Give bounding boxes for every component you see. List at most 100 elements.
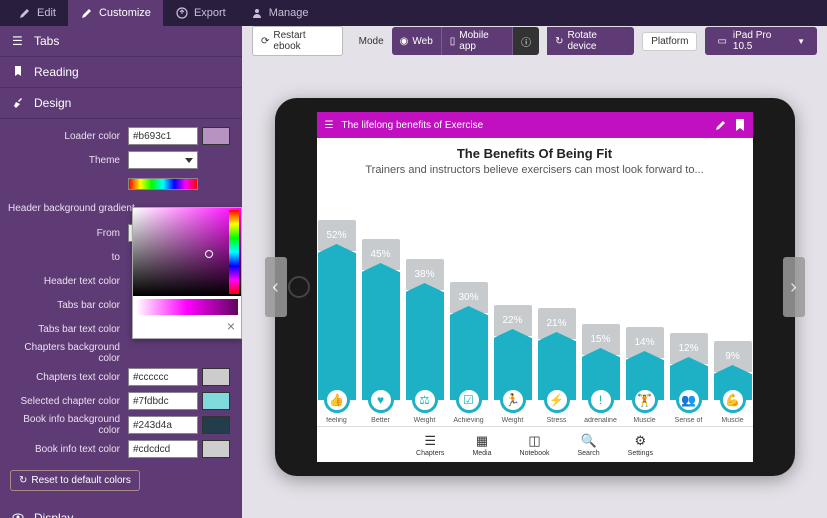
tab-customize[interactable]: Customize (68, 0, 163, 26)
chevron-down-icon (185, 158, 193, 163)
hamburger-icon[interactable]: ☰ (325, 120, 334, 131)
bar-category: Achieving (449, 417, 489, 424)
section-label: Tabs (34, 34, 59, 48)
loader-color-swatch[interactable] (202, 127, 230, 145)
bar-category: Sense of (669, 417, 709, 424)
tab-media[interactable]: ▦Media (472, 433, 491, 457)
app-header: ☰ The lifelong benefits of Exercise (317, 112, 753, 138)
label: Book info text color (0, 444, 128, 455)
bar-icon: 👥 (676, 387, 702, 413)
tablet-icon: ▭ (717, 36, 726, 47)
info-icon: ⓘ (521, 34, 531, 49)
color-picker-popup[interactable]: × (132, 207, 242, 339)
restart-ebook-button[interactable]: ⟳Restart ebook (252, 26, 343, 56)
bar-icon: ⚡ (544, 387, 570, 413)
bar-1: 45%♥Better (362, 239, 400, 424)
app-tabbar: ☰Chapters ▦Media ◫Notebook 🔍Search ⚙Sett… (317, 426, 753, 462)
tab-settings[interactable]: ⚙Settings (628, 433, 653, 457)
gear-icon: ⚙ (634, 433, 646, 449)
chart: The Benefits Of Being Fit Trainers and i… (317, 138, 753, 424)
eye-icon (12, 511, 26, 518)
loader-color-input[interactable] (128, 127, 198, 145)
tab-manage[interactable]: Manage (238, 0, 321, 26)
mode-info[interactable]: ⓘ (513, 27, 539, 55)
color-picker-close[interactable]: × (133, 318, 241, 338)
book-info-bg-input[interactable] (128, 416, 198, 434)
pencil-icon (18, 6, 32, 20)
bookmark-icon[interactable] (735, 119, 745, 131)
tab-label: Manage (269, 7, 309, 19)
color-picker-strip[interactable] (136, 299, 238, 315)
color-picker-hue[interactable] (229, 210, 239, 294)
bar-category: Weight (493, 417, 533, 424)
bar-icon: ☑ (456, 387, 482, 413)
chapters-text-color-input[interactable] (128, 368, 198, 386)
next-page-button[interactable]: › (783, 257, 805, 317)
selected-chapter-swatch[interactable] (202, 392, 230, 410)
bar-0: 52%👍feeling (318, 220, 356, 424)
home-button (288, 276, 310, 298)
bar-4: 22%🏃Weight (494, 305, 532, 424)
section-display[interactable]: Display (0, 503, 242, 518)
mode-label: Mode (359, 36, 384, 47)
color-picker-cursor[interactable] (205, 250, 213, 258)
tab-chapters[interactable]: ☰Chapters (416, 433, 444, 457)
prev-page-button[interactable]: ‹ (265, 257, 287, 317)
bar-icon: ! (588, 387, 614, 413)
bar-icon: 💪 (720, 387, 746, 413)
color-picker-sv[interactable] (133, 208, 241, 296)
mode-mobile[interactable]: ▯Mobile app (442, 27, 513, 55)
section-label: Reading (34, 65, 79, 79)
selected-chapter-input[interactable] (128, 392, 198, 410)
platform-label: Platform (642, 32, 697, 51)
chart-bars: 52%👍feeling45%♥Better38%⚖Weight30%☑Achie… (331, 184, 739, 424)
mode-web[interactable]: ◉Web (392, 27, 442, 55)
image-icon: ▦ (476, 433, 488, 449)
section-reading[interactable]: Reading (0, 57, 242, 88)
mobile-icon: ▯ (450, 36, 456, 47)
globe-icon: ◉ (400, 36, 409, 47)
label: Book info background color (0, 414, 128, 436)
theme-select[interactable]: Custom (128, 151, 198, 169)
section-tabs[interactable]: ☰Tabs (0, 26, 242, 57)
rotate-device-button[interactable]: ↻Rotate device (547, 27, 634, 55)
tab-label: Export (194, 7, 226, 19)
bar-7: 14%🏋Muscle (626, 327, 664, 424)
edit-icon[interactable] (715, 119, 727, 131)
book-info-text-input[interactable] (128, 440, 198, 458)
theme-hue-strip[interactable] (128, 178, 198, 190)
reset-colors-button[interactable]: ↻Reset to default colors (10, 470, 140, 491)
bar-fill (362, 272, 400, 400)
label: Header text color (0, 276, 128, 287)
label: Loader color (0, 131, 128, 142)
notebook-icon: ◫ (528, 433, 540, 449)
bar-icon: ♥ (368, 387, 394, 413)
label: to (0, 252, 128, 263)
mode-segment: ◉Web ▯Mobile app ⓘ (392, 27, 539, 55)
device-screen: ☰ The lifelong benefits of Exercise The … (317, 112, 753, 462)
label: Chapters background color (0, 342, 128, 364)
tab-search[interactable]: 🔍Search (577, 433, 599, 457)
bar-icon: ⚖ (412, 387, 438, 413)
book-info-bg-swatch[interactable] (202, 416, 230, 434)
tab-export[interactable]: Export (163, 0, 238, 26)
bar-2: 38%⚖Weight (406, 259, 444, 424)
tab-notebook[interactable]: ◫Notebook (520, 433, 550, 457)
chapters-text-swatch[interactable] (202, 368, 230, 386)
label: Tabs bar text color (0, 324, 128, 335)
preview-toolbar: ⟳Restart ebook Mode ◉Web ▯Mobile app ⓘ ↻… (242, 26, 827, 56)
bar-category: Muscle (713, 417, 753, 424)
ipad-frame: ‹ › ☰ The lifelong benefits of Exercise … (275, 98, 795, 476)
tab-edit[interactable]: Edit (6, 0, 68, 26)
book-info-text-swatch[interactable] (202, 440, 230, 458)
section-design[interactable]: Design (0, 88, 242, 119)
device-select[interactable]: ▭iPad Pro 10.5▼ (705, 27, 817, 55)
sidebar: ☰Tabs Reading Design Loader color ThemeC… (0, 26, 242, 518)
bookmark-icon (12, 65, 26, 79)
pencil-icon (80, 6, 94, 20)
tab-label: Edit (37, 7, 56, 19)
bar-category: Better (361, 417, 401, 424)
chevron-down-icon: ▼ (797, 37, 805, 46)
label: Selected chapter color (0, 396, 128, 407)
label: Chapters text color (0, 372, 128, 383)
